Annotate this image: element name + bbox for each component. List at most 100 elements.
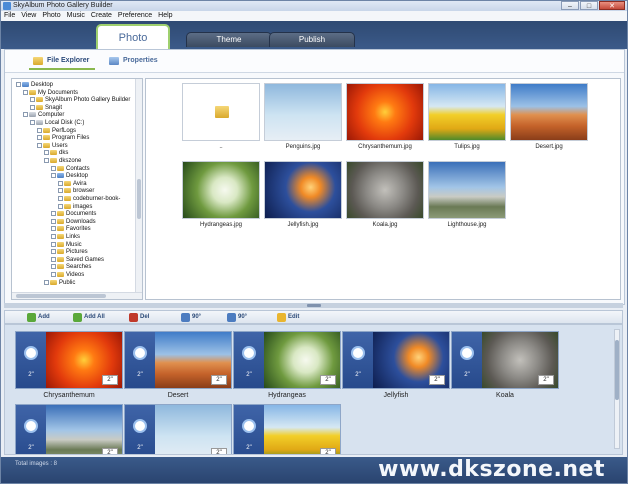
- expand-toggle-icon[interactable]: [37, 142, 42, 148]
- transition-button[interactable]: 2": [234, 332, 264, 388]
- expand-toggle-icon[interactable]: [51, 264, 56, 270]
- menu-photo[interactable]: Photo: [39, 11, 63, 21]
- expand-toggle-icon[interactable]: [51, 256, 56, 262]
- expand-toggle-icon[interactable]: [44, 157, 49, 163]
- tab-photo[interactable]: Photo: [96, 24, 170, 51]
- expand-toggle-icon[interactable]: [58, 203, 63, 209]
- expand-toggle-icon[interactable]: [51, 211, 56, 217]
- photo-duration-badge[interactable]: 2": [211, 448, 227, 454]
- tree-node[interactable]: Pictures: [51, 248, 88, 256]
- file-thumbnail[interactable]: Koala.jpg: [346, 161, 424, 229]
- tree-node[interactable]: Downloads: [51, 218, 96, 226]
- album-slide[interactable]: 2" 2": [124, 404, 232, 454]
- expand-toggle-icon[interactable]: [58, 180, 63, 186]
- expand-toggle-icon[interactable]: [58, 195, 63, 201]
- rotate-left-button[interactable]: 90°: [181, 313, 201, 322]
- menu-create[interactable]: Create: [88, 11, 115, 21]
- photo-duration-badge[interactable]: 2": [102, 375, 118, 385]
- menu-preference[interactable]: Preference: [115, 11, 155, 21]
- tree-node[interactable]: Program Files: [37, 134, 89, 142]
- tree-node[interactable]: My Documents: [23, 89, 78, 97]
- photo-duration-badge[interactable]: 2": [538, 375, 554, 385]
- strip-scroll-thumb[interactable]: [615, 340, 619, 400]
- folder-tree[interactable]: Public Videos Searches Saved Games Pictures M…: [11, 78, 143, 300]
- album-slide[interactable]: 2" 2": [15, 404, 123, 454]
- expand-toggle-icon[interactable]: [44, 150, 49, 156]
- file-thumbnail[interactable]: Penguins.jpg: [264, 83, 342, 151]
- tree-node[interactable]: Avira: [58, 180, 87, 188]
- tree-node[interactable]: Public: [44, 279, 75, 287]
- tree-node[interactable]: Favorites: [51, 225, 91, 233]
- album-slide[interactable]: 2" 2": [233, 404, 341, 454]
- album-slide[interactable]: 2" 2": [15, 331, 123, 389]
- tree-node[interactable]: dks: [44, 149, 68, 157]
- tree-node[interactable]: Desktop: [51, 172, 88, 180]
- rotate-right-button[interactable]: 90°: [227, 313, 247, 322]
- file-thumbnail[interactable]: ..: [182, 83, 260, 151]
- album-slide[interactable]: 2" 2": [124, 331, 232, 389]
- delete-button[interactable]: Del: [129, 313, 149, 322]
- album-slide[interactable]: 2" 2": [451, 331, 559, 389]
- edit-button[interactable]: Edit: [277, 313, 299, 322]
- tree-node[interactable]: Desktop: [16, 81, 53, 89]
- tree-vertical-scroll-thumb[interactable]: [137, 179, 141, 219]
- expand-toggle-icon[interactable]: [51, 218, 56, 224]
- tab-file-explorer[interactable]: File Explorer: [29, 54, 96, 70]
- splitter-grip[interactable]: [307, 304, 321, 307]
- tree-node[interactable]: Local Disk (C:): [30, 119, 84, 127]
- tree-node[interactable]: Links: [51, 233, 80, 241]
- tab-theme[interactable]: Theme: [186, 32, 272, 47]
- expand-toggle-icon[interactable]: [16, 81, 21, 87]
- tree-node[interactable]: Music: [51, 241, 82, 249]
- album-slide[interactable]: 2" 2": [233, 331, 341, 389]
- menu-file[interactable]: File: [1, 11, 18, 21]
- photo-duration-badge[interactable]: 2": [320, 448, 336, 454]
- file-thumbnail[interactable]: Desert.jpg: [510, 83, 588, 151]
- tree-horizontal-scrollbar[interactable]: [12, 292, 142, 299]
- photo-duration-badge[interactable]: 2": [211, 375, 227, 385]
- expand-toggle-icon[interactable]: [51, 226, 56, 232]
- file-thumbnail[interactable]: Jellyfish.jpg: [264, 161, 342, 229]
- file-thumbnail[interactable]: Chrysanthemum.jpg: [346, 83, 424, 151]
- panel-splitter[interactable]: [4, 303, 623, 308]
- transition-button[interactable]: 2": [16, 405, 46, 454]
- transition-button[interactable]: 2": [16, 332, 46, 388]
- transition-button[interactable]: 2": [125, 332, 155, 388]
- tree-node[interactable]: images: [58, 203, 92, 211]
- minimize-button[interactable]: –: [561, 1, 579, 10]
- add-all-button[interactable]: Add All: [73, 313, 105, 322]
- tree-node[interactable]: dkszone: [44, 157, 81, 165]
- expand-toggle-icon[interactable]: [51, 249, 56, 255]
- tree-node[interactable]: browser: [58, 187, 94, 195]
- tree-node[interactable]: Saved Games: [51, 256, 104, 264]
- expand-toggle-icon[interactable]: [51, 271, 56, 277]
- transition-button[interactable]: 2": [452, 332, 482, 388]
- expand-toggle-icon[interactable]: [58, 188, 63, 194]
- tree-node[interactable]: Computer: [23, 111, 64, 119]
- maximize-button[interactable]: □: [580, 1, 598, 10]
- expand-toggle-icon[interactable]: [37, 127, 42, 133]
- add-button[interactable]: Add: [27, 313, 50, 322]
- transition-button[interactable]: 2": [234, 405, 264, 454]
- expand-toggle-icon[interactable]: [23, 89, 28, 95]
- tree-node[interactable]: SkyAlbum Photo Gallery Builder: [30, 96, 130, 104]
- expand-toggle-icon[interactable]: [51, 173, 56, 179]
- tree-vertical-scrollbar[interactable]: [135, 79, 142, 299]
- tree-node[interactable]: Documents: [51, 210, 96, 218]
- close-button[interactable]: ✕: [599, 1, 625, 10]
- tree-node[interactable]: Contacts: [51, 165, 90, 173]
- transition-button[interactable]: 2": [343, 332, 373, 388]
- menu-music[interactable]: Music: [64, 11, 88, 21]
- tab-publish[interactable]: Publish: [269, 32, 355, 47]
- photo-duration-badge[interactable]: 2": [102, 448, 118, 454]
- transition-button[interactable]: 2": [125, 405, 155, 454]
- expand-toggle-icon[interactable]: [51, 241, 56, 247]
- expand-toggle-icon[interactable]: [30, 97, 35, 103]
- tree-node[interactable]: Videos: [51, 271, 84, 279]
- strip-scrollbar[interactable]: [614, 329, 620, 449]
- tree-node[interactable]: Snagit: [30, 104, 62, 112]
- file-thumbnail[interactable]: Hydrangeas.jpg: [182, 161, 260, 229]
- tree-node[interactable]: codeburner-book-: [58, 195, 120, 203]
- expand-toggle-icon[interactable]: [44, 279, 49, 285]
- tab-properties[interactable]: Properties: [105, 54, 164, 68]
